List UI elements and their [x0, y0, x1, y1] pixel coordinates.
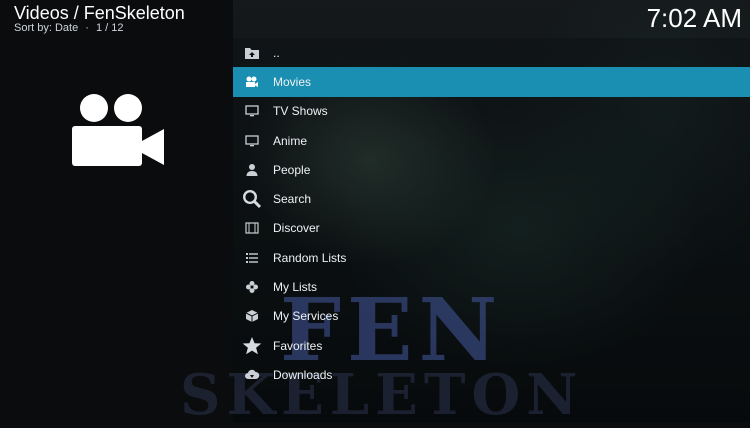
person-icon — [242, 160, 262, 180]
movies-icon — [242, 72, 262, 92]
menu-item-people[interactable]: People — [233, 155, 750, 184]
menu-item-label: Anime — [273, 133, 308, 148]
info-panel — [0, 0, 233, 422]
list-icon — [242, 248, 262, 268]
separator: · — [85, 22, 89, 34]
menu-item-label: Favorites — [273, 338, 323, 353]
menu-item-random-lists[interactable]: Random Lists — [233, 243, 750, 272]
sort-info: Sort by: Date · 1 / 12 — [14, 22, 124, 34]
menu-list: .. Movies TV Shows Anime People Search D… — [233, 38, 750, 390]
folder-up-icon — [242, 43, 262, 63]
cloud-download-icon — [242, 365, 262, 385]
monitor-icon — [242, 131, 262, 151]
menu-item-label: Movies — [273, 74, 312, 89]
menu-item-discover[interactable]: Discover — [233, 214, 750, 243]
menu-item-my-lists[interactable]: My Lists — [233, 272, 750, 301]
menu-item-label: Discover — [273, 221, 320, 236]
menu-item-my-services[interactable]: My Services — [233, 302, 750, 331]
page-title: Videos / FenSkeleton — [14, 3, 185, 23]
menu-item-downloads[interactable]: Downloads — [233, 360, 750, 389]
menu-item-label: My Services — [273, 309, 339, 324]
menu-item-label: Search — [273, 192, 312, 207]
menu-item-parent-folder[interactable]: .. — [233, 38, 750, 67]
menu-item-label: My Lists — [273, 280, 318, 295]
menu-item-tv-shows[interactable]: TV Shows — [233, 97, 750, 126]
flower-icon — [242, 277, 262, 297]
menu-item-search[interactable]: Search — [233, 184, 750, 213]
film-strip-icon — [242, 218, 262, 238]
movie-camera-icon — [72, 94, 164, 166]
menu-item-label: Downloads — [273, 367, 333, 382]
star-icon — [242, 336, 262, 356]
tv-icon — [242, 101, 262, 121]
box-icon — [242, 306, 262, 326]
item-position: 1 / 12 — [96, 22, 124, 34]
menu-item-label: .. — [273, 45, 280, 60]
clock: 7:02 AM — [646, 3, 742, 33]
search-icon — [242, 189, 262, 209]
menu-item-movies[interactable]: Movies — [233, 67, 750, 97]
menu-item-label: TV Shows — [273, 104, 328, 119]
menu-item-favorites[interactable]: Favorites — [233, 331, 750, 360]
menu-item-anime[interactable]: Anime — [233, 126, 750, 155]
menu-item-label: People — [273, 162, 311, 177]
menu-item-label: Random Lists — [273, 250, 347, 265]
sort-label[interactable]: Sort by: Date — [14, 22, 78, 34]
